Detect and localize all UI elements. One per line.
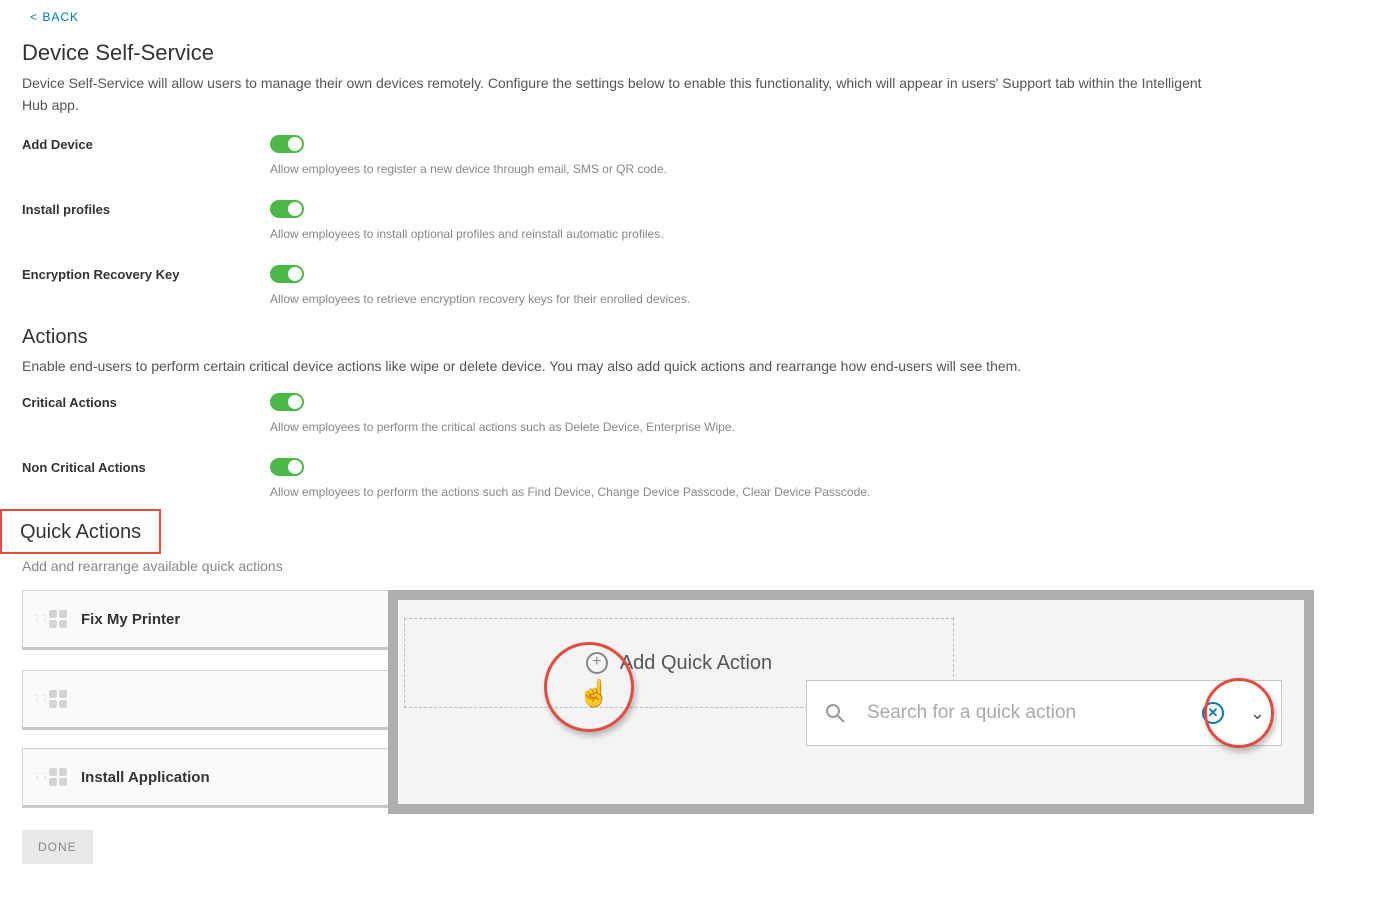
drag-handle-icon[interactable]: ⋮⋮ — [33, 617, 41, 621]
setting-label-critical: Critical Actions — [22, 393, 270, 434]
plus-icon — [586, 652, 608, 674]
toggle-install-profiles[interactable] — [270, 200, 304, 218]
grid-icon — [49, 610, 67, 628]
drag-handle-icon[interactable]: ⋮⋮ — [33, 775, 41, 779]
search-icon — [823, 701, 847, 725]
quick-action-search[interactable]: ⌄ — [806, 680, 1282, 746]
toggle-critical[interactable] — [270, 393, 304, 411]
helper-critical: Allow employees to perform the critical … — [270, 420, 1222, 434]
back-link[interactable]: < BACK — [30, 8, 79, 26]
page-title: Device Self-Service — [22, 40, 1372, 66]
toggle-add-device[interactable] — [270, 135, 304, 153]
actions-title: Actions — [22, 326, 1372, 349]
toggle-encryption[interactable] — [270, 265, 304, 283]
helper-encryption: Allow employees to retrieve encryption r… — [270, 292, 1222, 306]
drag-handle-icon[interactable]: ⋮⋮ — [33, 697, 41, 701]
page-desc: Device Self-Service will allow users to … — [22, 72, 1222, 117]
clear-icon[interactable] — [1202, 702, 1224, 724]
tile-label: Fix My Printer — [81, 611, 180, 628]
helper-install-profiles: Allow employees to install optional prof… — [270, 227, 1222, 241]
overlay-panel: Add Quick Action ☝ ⌄ — [388, 590, 1314, 814]
chevron-down-icon[interactable]: ⌄ — [1250, 703, 1265, 724]
setting-label-add-device: Add Device — [22, 135, 270, 176]
search-input[interactable] — [865, 701, 1184, 725]
setting-label-encryption: Encryption Recovery Key — [22, 265, 270, 306]
grid-icon — [49, 768, 67, 786]
helper-noncritical: Allow employees to perform the actions s… — [270, 485, 1222, 499]
add-quick-action-label: Add Quick Action — [620, 652, 772, 675]
actions-desc: Enable end-users to perform certain crit… — [22, 355, 1222, 377]
toggle-noncritical[interactable] — [270, 458, 304, 476]
quick-actions-highlight: Quick Actions — [0, 509, 161, 554]
setting-label-noncritical: Non Critical Actions — [22, 458, 270, 499]
quick-actions-desc: Add and rearrange available quick action… — [22, 558, 1372, 574]
done-button[interactable]: DONE — [22, 830, 93, 864]
setting-label-install-profiles: Install profiles — [22, 200, 270, 241]
grid-icon — [49, 690, 67, 708]
quick-actions-title: Quick Actions — [20, 521, 141, 544]
helper-add-device: Allow employees to register a new device… — [270, 162, 1222, 176]
tile-label: Install Application — [81, 769, 210, 786]
